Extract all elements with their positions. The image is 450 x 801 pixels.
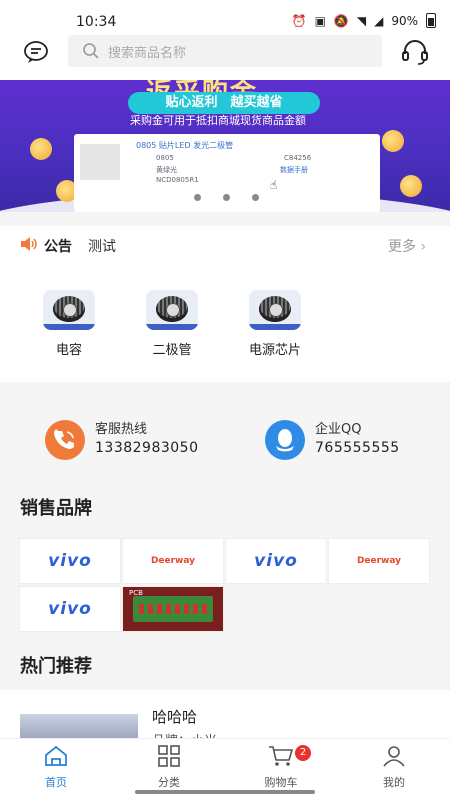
card-line: NCD0805R1 — [156, 176, 199, 184]
cursor-icon: ☝ — [270, 178, 278, 192]
qq-title: 企业QQ — [315, 422, 362, 437]
qq-icon — [265, 420, 305, 460]
battery-text: 90% — [391, 13, 418, 28]
inductor-icon — [249, 290, 301, 330]
brand-item[interactable]: PCB — [122, 586, 224, 632]
promo-banner[interactable]: 返采购金 贴心返利 越买越省 采购金可用于抵扣商城现货商品金额 0805 贴片L… — [0, 80, 450, 212]
headset-icon — [402, 40, 428, 65]
customer-service-button[interactable] — [400, 38, 430, 68]
tab-profile[interactable]: 我的 — [354, 745, 434, 790]
brand-item[interactable]: Deerway — [328, 538, 430, 584]
card-line: 0805 — [156, 154, 174, 162]
notice-bar[interactable]: 公告 测试 更多 › — [0, 226, 450, 262]
brand-item[interactable]: vivo — [225, 538, 327, 584]
carousel-dot[interactable] — [194, 194, 201, 201]
product-image — [20, 714, 138, 740]
message-button[interactable] — [22, 38, 52, 68]
qq-number: 765555555 — [315, 440, 400, 456]
wifi-icon: ◥ — [356, 13, 367, 28]
speaker-icon — [21, 237, 37, 251]
tab-category[interactable]: 分类 — [129, 745, 209, 790]
pcb-label: PCB — [129, 589, 143, 597]
category-grid: 电容 二极管 电源芯片 — [0, 262, 450, 382]
tab-home[interactable]: 首页 — [16, 745, 96, 790]
notice-label: 公告 — [44, 239, 72, 255]
card-line: C84256 — [284, 154, 312, 162]
carousel-dots — [194, 194, 259, 201]
chevron-right-icon: › — [420, 239, 427, 255]
coin-icon — [400, 175, 422, 197]
category-item[interactable]: 二极管 — [132, 290, 212, 358]
tab-label: 分类 — [158, 776, 180, 789]
inductor-icon — [146, 290, 198, 330]
recommend-section-title: 热门推荐 — [20, 656, 92, 677]
qq-card[interactable]: 企业QQ 765555555 — [231, 402, 433, 474]
status-bar: 10:34 ⏰ ▣ 🔕 ◥ ◢ 90% — [0, 0, 450, 38]
banner-slogan-pill: 贴心返利 越买越省 — [128, 92, 320, 114]
nfc-icon: ▣ — [314, 13, 326, 28]
brand-logo-text: vivo — [48, 599, 92, 619]
hotline-number: 13382983050 — [95, 440, 199, 456]
brand-logo-text: vivo — [254, 551, 298, 571]
category-name: 电容 — [55, 343, 82, 358]
cart-icon — [269, 746, 294, 766]
phone-icon — [45, 420, 85, 460]
brands-section-title: 销售品牌 — [20, 498, 92, 519]
brand-logo-text: vivo — [48, 551, 92, 571]
brand-item[interactable]: Deerway — [122, 538, 224, 584]
battery-icon — [426, 13, 436, 28]
cart-badge: 2 — [295, 745, 311, 761]
status-icons: ⏰ ▣ 🔕 ◥ ◢ 90% — [292, 13, 436, 28]
home-indicator[interactable] — [135, 790, 315, 794]
status-time: 10:34 — [76, 14, 117, 30]
alarm-icon: ⏰ — [291, 13, 307, 28]
search-icon — [83, 43, 99, 59]
hotline-card[interactable]: 客服热线 13382983050 — [19, 402, 221, 474]
notice-text[interactable]: 测试 — [88, 236, 116, 256]
tab-cart[interactable]: 2 购物车 — [241, 745, 321, 790]
mute-icon: 🔕 — [333, 13, 349, 28]
carousel-dot[interactable] — [252, 194, 259, 201]
search-placeholder: 搜索商品名称 — [108, 46, 187, 61]
category-name: 电源芯片 — [248, 343, 301, 358]
category-item[interactable]: 电源芯片 — [235, 290, 315, 358]
card-line: 黄绿光 — [156, 166, 177, 174]
card-line: 0805 贴片LED 发光二极管 — [136, 141, 234, 150]
coin-icon — [382, 130, 404, 152]
brand-item[interactable]: vivo — [19, 586, 121, 632]
home-icon — [45, 745, 67, 766]
notice-more-link[interactable]: 更多 › — [388, 236, 426, 256]
brand-item[interactable]: vivo — [19, 538, 121, 584]
brand-logo-text: Deerway — [150, 556, 196, 566]
grid-icon — [158, 745, 180, 767]
header: 搜索商品名称 — [0, 35, 450, 80]
chat-icon — [24, 41, 48, 63]
category-item[interactable]: 电容 — [29, 290, 109, 358]
banner-slogan: 贴心返利 越买越省 — [128, 92, 320, 114]
card-line: 数据手册 — [280, 166, 308, 174]
inductor-icon — [43, 290, 95, 330]
coin-icon — [30, 138, 52, 160]
carousel-dot[interactable] — [223, 194, 230, 201]
hotline-title: 客服热线 — [95, 422, 148, 437]
more-label: 更多 — [388, 239, 416, 255]
banner-subtitle: 采购金可用于抵扣商城现货商品金额 — [130, 114, 306, 127]
card-thumbnail — [80, 144, 120, 180]
user-icon — [383, 746, 405, 767]
search-input[interactable]: 搜索商品名称 — [68, 35, 382, 67]
tab-label: 我的 — [383, 776, 405, 789]
category-name: 二极管 — [152, 343, 192, 358]
tab-label: 购物车 — [264, 776, 298, 789]
tab-label: 首页 — [45, 776, 67, 789]
signal-icon: ◢ — [374, 13, 384, 28]
product-name: 哈哈哈 — [152, 708, 198, 726]
brand-logo-text: Deerway — [356, 556, 402, 566]
